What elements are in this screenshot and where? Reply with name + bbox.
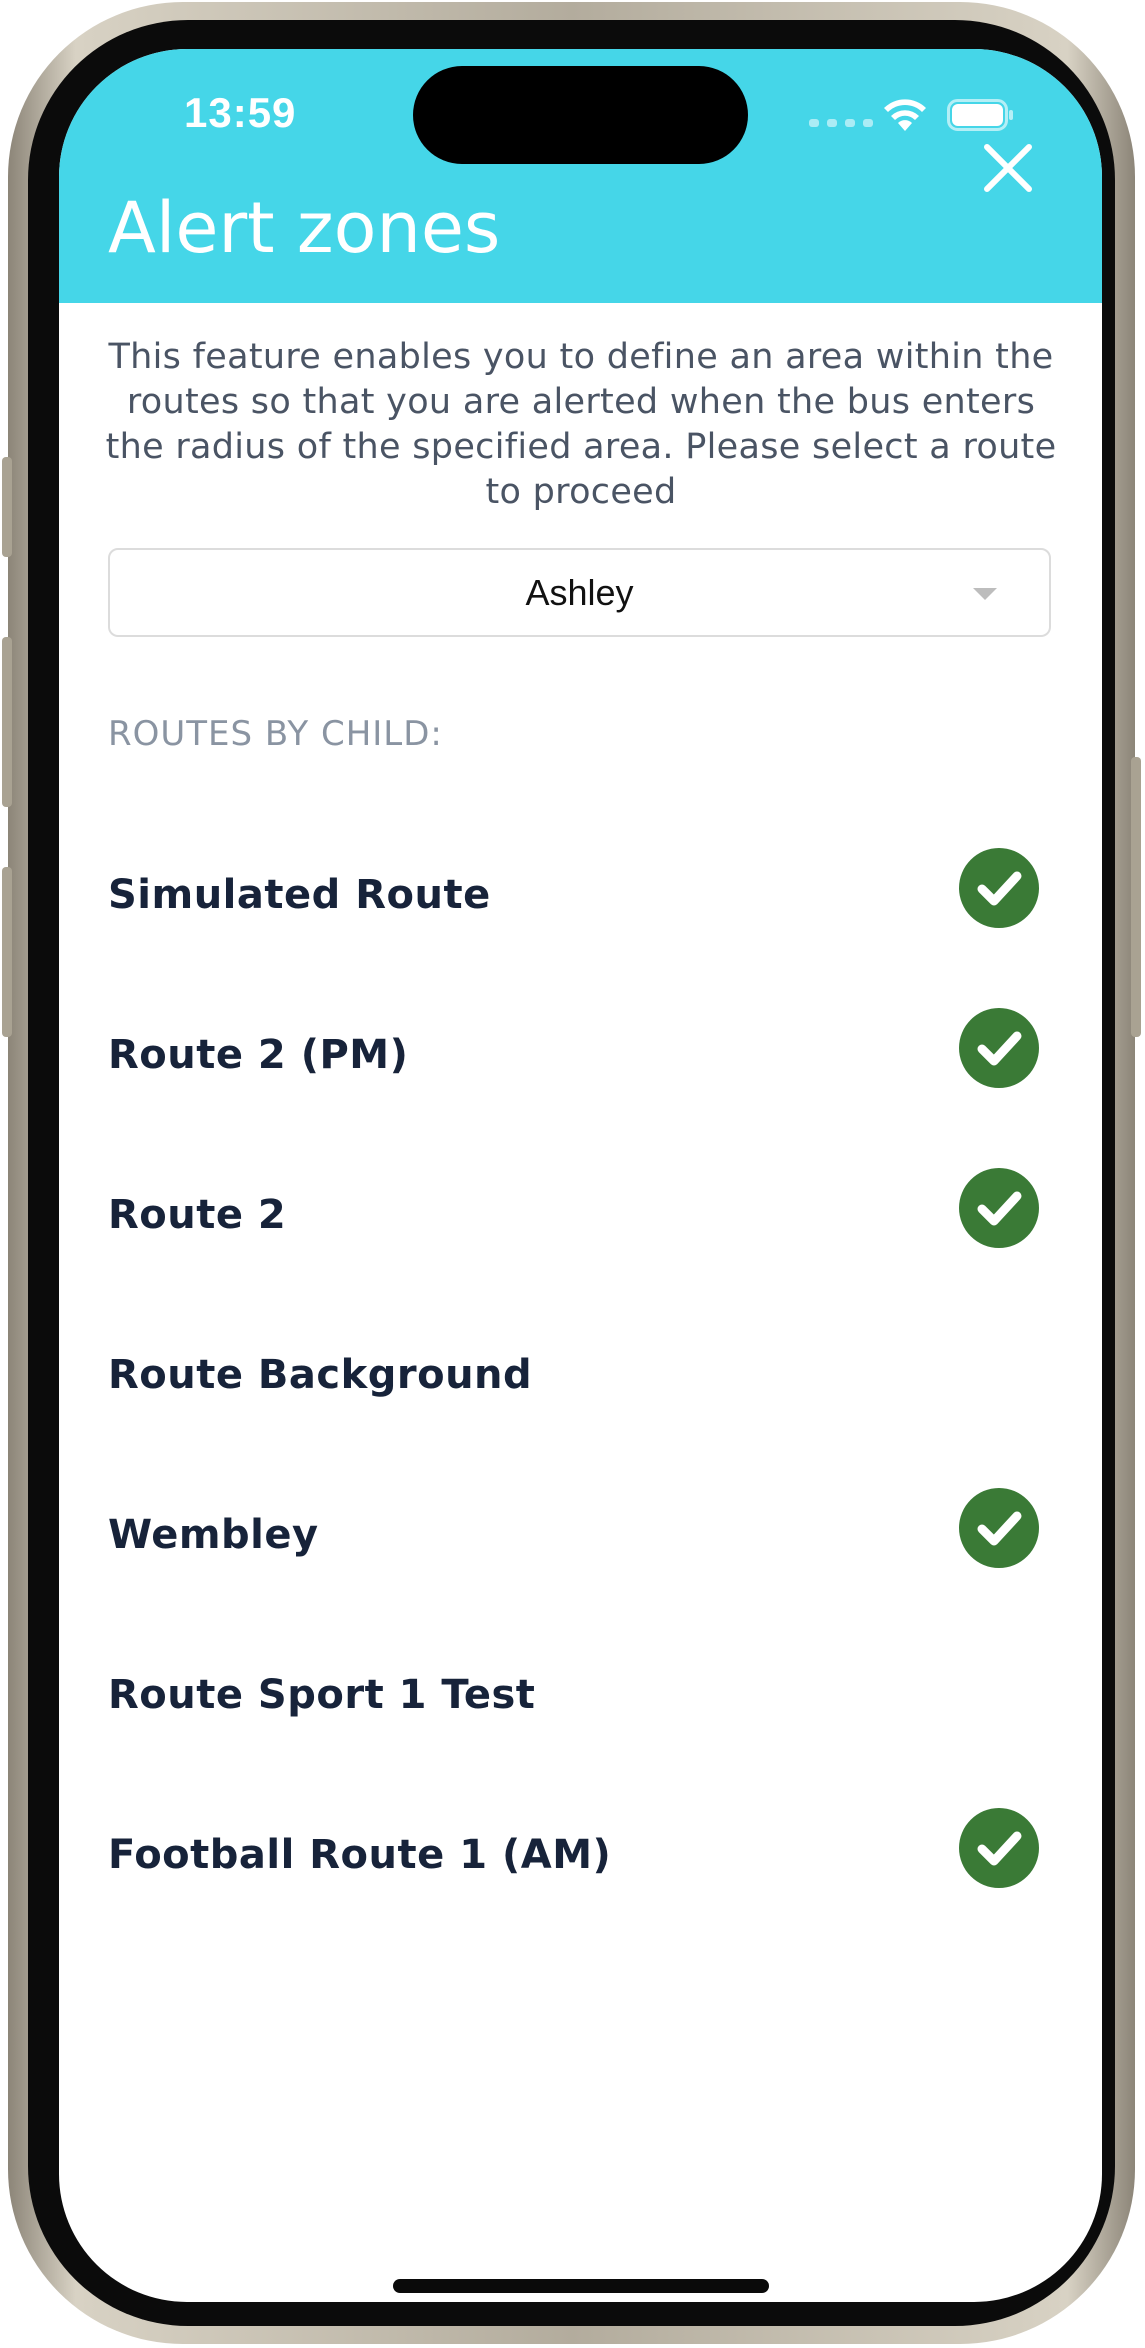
volume-down-button <box>2 867 12 1037</box>
page-title: Alert zones <box>108 187 501 269</box>
route-name: Route Background <box>108 1352 533 1398</box>
child-select[interactable]: Ashley <box>108 548 1051 637</box>
check-circle-icon <box>959 848 1039 928</box>
check-circle-icon <box>959 1168 1039 1248</box>
route-item[interactable]: Route 2 <box>59 1152 1102 1312</box>
chevron-down-icon <box>973 588 997 600</box>
route-item[interactable]: Route Background <box>59 1312 1102 1472</box>
check-circle-icon <box>959 1808 1039 1888</box>
action-button <box>2 457 12 557</box>
wifi-icon <box>884 99 926 131</box>
power-button <box>1131 757 1141 1037</box>
volume-up-button <box>2 637 12 807</box>
route-item[interactable]: Wembley <box>59 1472 1102 1632</box>
child-select-value: Ashley <box>525 572 634 613</box>
route-name: Route Sport 1 Test <box>108 1672 536 1718</box>
feature-description: This feature enables you to define an ar… <box>105 337 1057 512</box>
close-button[interactable] <box>977 137 1039 199</box>
route-name: Football Route 1 (AM) <box>108 1832 612 1878</box>
route-item[interactable]: Simulated Route <box>59 832 1102 992</box>
route-name: Wembley <box>108 1512 319 1558</box>
route-name: Route 2 (PM) <box>108 1032 409 1078</box>
routes-section-label: ROUTES BY CHILD: <box>108 714 443 754</box>
routes-list: Simulated Route Route 2 (PM) Route 2 Route … <box>59 832 1102 1952</box>
cellular-signal-icon <box>809 119 873 127</box>
home-indicator <box>393 2279 769 2293</box>
battery-icon <box>947 99 1013 131</box>
route-name: Route 2 <box>108 1192 287 1238</box>
route-item[interactable]: Route Sport 1 Test <box>59 1632 1102 1792</box>
check-circle-icon <box>959 1488 1039 1568</box>
close-icon <box>984 144 1032 192</box>
dynamic-island <box>413 66 748 164</box>
header-bar: 13:59 Alert zones <box>59 49 1102 303</box>
screen: 13:59 Alert zones This feature enables y… <box>59 49 1102 2302</box>
status-time: 13:59 <box>184 89 297 136</box>
route-item[interactable]: Route 2 (PM) <box>59 992 1102 1152</box>
route-item[interactable]: Football Route 1 (AM) <box>59 1792 1102 1952</box>
check-circle-icon <box>959 1008 1039 1088</box>
phone-frame: 13:59 Alert zones This feature enables y… <box>2 2 1141 2344</box>
route-name: Simulated Route <box>108 872 491 918</box>
